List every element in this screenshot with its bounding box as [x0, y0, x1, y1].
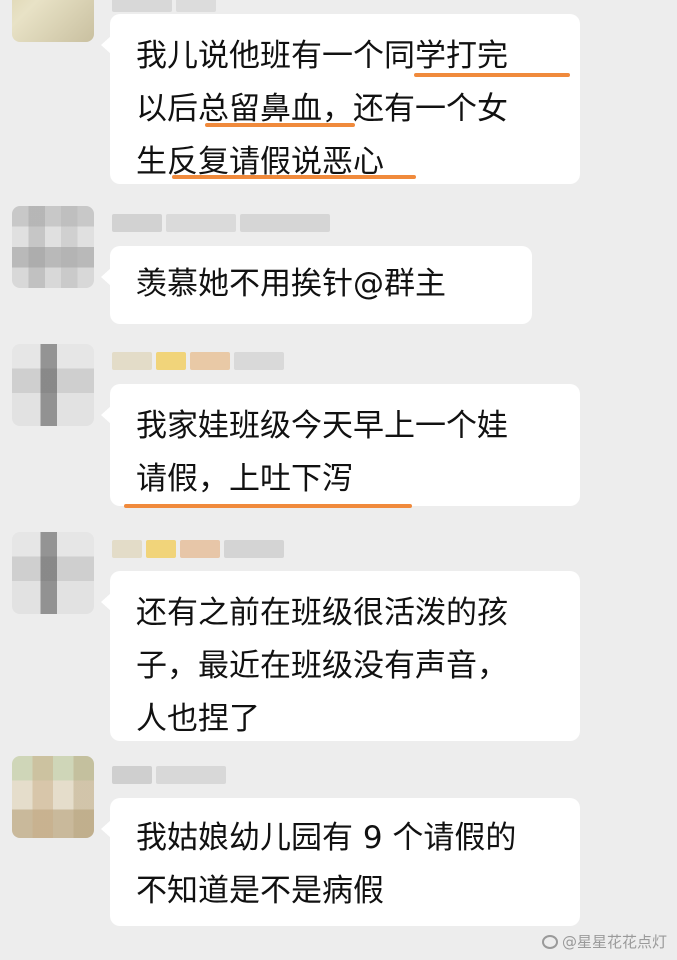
highlight-underline — [205, 123, 355, 127]
sender-name-blurred — [112, 0, 342, 14]
message-text-line: 我姑娘幼儿园有 9 个请假的 — [136, 820, 517, 856]
highlight-underline — [172, 175, 416, 179]
message-text-line: 以后总留鼻血，还有一个女 — [136, 91, 508, 127]
message-text-line: 还有之前在班级很活泼的孩 — [136, 595, 508, 631]
message-text-line: 人也捏了 — [136, 701, 260, 737]
avatar[interactable] — [12, 532, 94, 614]
message-text-line: 子，最近在班级没有声音， — [136, 648, 508, 684]
message-bubble[interactable]: 我姑娘幼儿园有 9 个请假的 不知道是不是病假 — [101, 798, 580, 926]
message-bubble[interactable]: 羡慕她不用挨针@群主 — [101, 246, 532, 324]
message-text-line: 我家娃班级今天早上一个娃 — [136, 408, 508, 444]
sender-name-blurred — [112, 538, 342, 560]
weibo-logo-icon — [541, 934, 558, 949]
message-text-line: 不知道是不是病假 — [136, 873, 384, 909]
sender-name-blurred — [112, 350, 312, 372]
message-text-line: 请假，上吐下泻 — [136, 461, 353, 497]
sender-name-blurred — [112, 764, 252, 786]
watermark: @星星花花点灯 — [541, 931, 667, 952]
message-bubble[interactable]: 我儿说他班有一个同学打完 以后总留鼻血，还有一个女 生反复请假说恶心 — [101, 14, 580, 184]
message-bubble[interactable]: 还有之前在班级很活泼的孩 子，最近在班级没有声音， 人也捏了 — [101, 571, 580, 741]
message-text-line: 生反复请假说恶心 — [136, 144, 384, 180]
message-bubble[interactable]: 我家娃班级今天早上一个娃 请假，上吐下泻 — [101, 384, 580, 506]
avatar[interactable] — [12, 344, 94, 426]
avatar[interactable] — [12, 0, 94, 42]
avatar[interactable] — [12, 756, 94, 838]
highlight-underline — [124, 504, 412, 508]
avatar[interactable] — [12, 206, 94, 288]
highlight-underline — [414, 73, 570, 77]
sender-name-blurred — [112, 212, 372, 234]
message-text-line: 羡慕她不用挨针@群主 — [136, 266, 446, 302]
watermark-text: @星星花花点灯 — [561, 933, 667, 951]
